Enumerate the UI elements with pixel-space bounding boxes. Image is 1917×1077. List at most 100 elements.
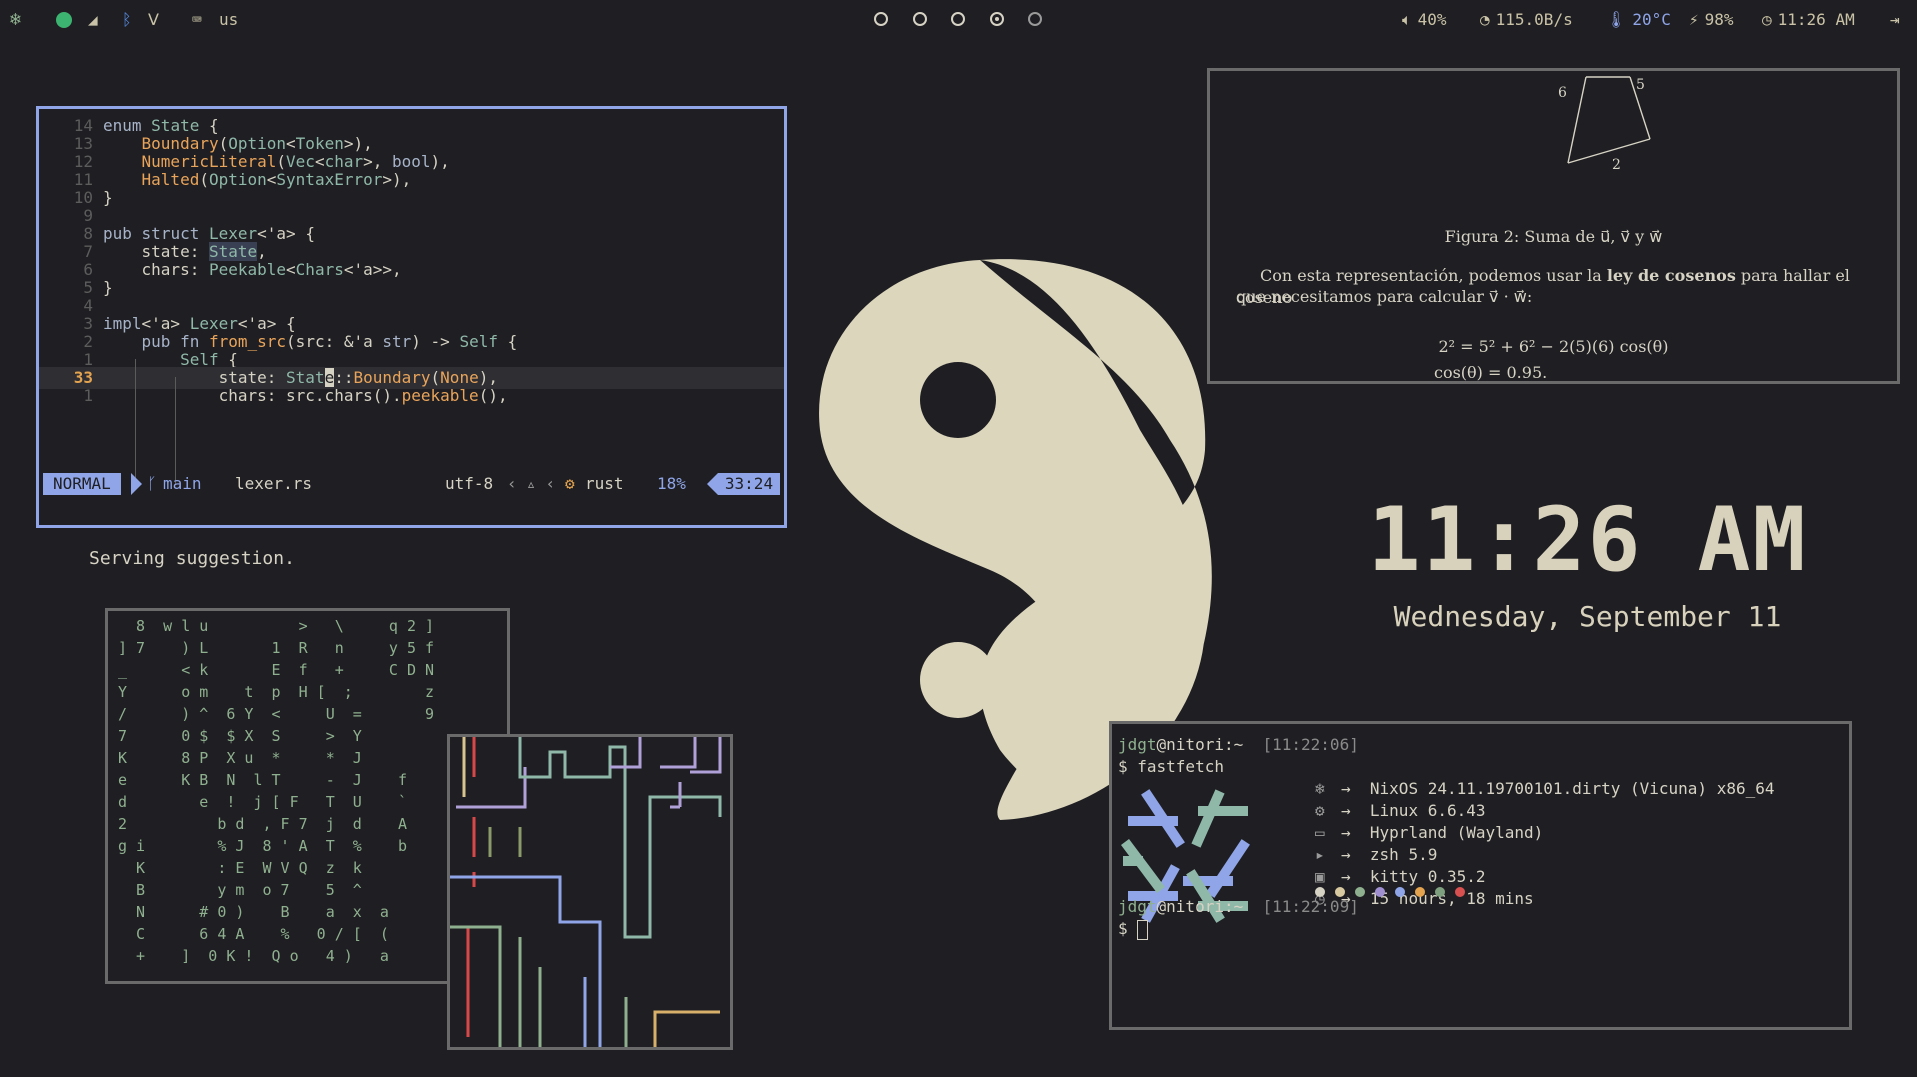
gear-icon: ⚙ bbox=[1315, 801, 1325, 820]
topbar-time: 11:26 AM bbox=[1777, 10, 1855, 29]
prompt-line-1: jdgt@nitori:~ [11:22:06] bbox=[1118, 734, 1359, 756]
pipe-blue bbox=[450, 875, 602, 1047]
pipe-red bbox=[466, 737, 476, 1037]
fastfetch-row: ❄ → NixOS 24.11.19700101.dirty (Vicuna) x… bbox=[1315, 778, 1774, 800]
workspace-2[interactable] bbox=[913, 12, 927, 26]
rust-icon: ⚙ bbox=[565, 474, 575, 493]
window-icon: ▭ bbox=[1315, 823, 1325, 842]
input-line[interactable]: $ bbox=[1118, 918, 1149, 940]
power-icon[interactable]: ⇥ bbox=[1890, 9, 1900, 31]
nix-launcher-icon[interactable]: ❄ bbox=[10, 9, 21, 31]
prompt-host: @nitori:~ bbox=[1156, 735, 1244, 754]
fastfetch-value: Hyprland (Wayland) bbox=[1369, 823, 1544, 842]
battery-widget[interactable]: ⚡︎ 98% bbox=[1689, 9, 1734, 31]
terminal-cursor bbox=[1137, 919, 1149, 940]
volume-value: 40% bbox=[1417, 10, 1447, 29]
tray-app-icon[interactable]: ⴸ bbox=[148, 9, 159, 31]
prompt-time-2: [11:22:09] bbox=[1262, 897, 1359, 916]
figure-label-2: 2 bbox=[1612, 157, 1621, 173]
keyboard-layout[interactable]: us bbox=[219, 9, 238, 31]
workspace-5[interactable] bbox=[1028, 12, 1042, 26]
workspace-1[interactable] bbox=[874, 12, 888, 26]
palette-swatch bbox=[1415, 887, 1425, 897]
temperature-value: 20°C bbox=[1632, 10, 1671, 29]
code-text: chars: src.chars().peekable(), bbox=[103, 386, 508, 405]
workspace-3[interactable] bbox=[951, 12, 965, 26]
battery-value: 98% bbox=[1704, 10, 1734, 29]
top-bar: ❄ ◢ ᛒ ⴸ ⌨ us 🔈︎ 40% ◔ 115.0B/s 🌡︎ 20°C ⚡︎ 98… bbox=[0, 0, 1917, 40]
clock-widget[interactable]: ◷ 11:26 AM bbox=[1762, 9, 1855, 31]
shell-icon: ▸ bbox=[1315, 845, 1325, 864]
branch-icon: ᚴ bbox=[147, 474, 157, 493]
editor-message: Serving suggestion. bbox=[89, 548, 295, 569]
palette-swatch bbox=[1435, 887, 1445, 897]
network-value: 115.0B/s bbox=[1495, 10, 1573, 29]
prompt-user-2: jdgt bbox=[1118, 897, 1157, 916]
arrow-icon: → bbox=[1341, 801, 1370, 820]
arrow-icon: → bbox=[1341, 845, 1370, 864]
indent-guide bbox=[135, 359, 136, 485]
palette-swatch bbox=[1395, 887, 1405, 897]
figure-caption: Figura 2: Suma de u⃗, v⃗ y w⃗ bbox=[1444, 227, 1663, 246]
pipe-tan bbox=[653, 1010, 720, 1047]
pipes-terminal[interactable] bbox=[447, 734, 733, 1050]
terminal-window[interactable]: jdgt@nitori:~ [11:22:06] $ fastfetch ❄ → … bbox=[1109, 721, 1852, 1030]
yin-yang-bottom-cut bbox=[810, 650, 830, 651]
network-widget[interactable]: ◔ 115.0B/s bbox=[1480, 9, 1573, 31]
command-line: $ fastfetch bbox=[1118, 757, 1224, 776]
pipes-art bbox=[450, 737, 722, 1047]
scroll-percent: 18% bbox=[657, 474, 686, 493]
volume-icon: 🔈︎ bbox=[1402, 10, 1412, 29]
yin-yang-dark-dot bbox=[920, 362, 996, 438]
code-line[interactable]: 1 chars: src.chars().peekable(), bbox=[39, 385, 784, 407]
pdf-viewer[interactable]: 6 5 2 Figura 2: Suma de u⃗, v⃗ y w⃗ Con … bbox=[1207, 68, 1900, 384]
fastfetch-value: Linux 6.6.43 bbox=[1369, 801, 1486, 820]
battery-plug-icon: ⚡︎ bbox=[1689, 10, 1699, 29]
wifi-icon: ◔ bbox=[1480, 10, 1490, 29]
nix-icon: ❄ bbox=[1315, 779, 1325, 798]
palette-swatch bbox=[1455, 887, 1465, 897]
editor-window[interactable]: 14 enum State {13 Boundary(Option<Token>)… bbox=[36, 106, 787, 528]
equation-2: cos(θ) = 0.95. bbox=[1434, 363, 1548, 382]
linux-icon: ‹ ▵ ‹ bbox=[507, 474, 556, 493]
arrow-icon: → bbox=[1341, 779, 1370, 798]
indent-guide bbox=[175, 377, 176, 485]
network-tray-icon[interactable]: ◢ bbox=[88, 9, 98, 31]
arrow-icon: → bbox=[1341, 823, 1370, 842]
fastfetch-row: ⚙ → Linux 6.6.43 bbox=[1315, 800, 1486, 822]
file-name: lexer.rs bbox=[235, 474, 313, 493]
pipe-purple bbox=[456, 767, 527, 809]
position-separator bbox=[707, 473, 718, 495]
desktop-date: Wednesday, September 11 bbox=[1393, 600, 1782, 633]
line-number: 1 bbox=[83, 386, 93, 405]
pipe-olive bbox=[488, 827, 522, 857]
color-palette bbox=[1315, 882, 1475, 897]
fastfetch-row: ▸ → zsh 5.9 bbox=[1315, 844, 1437, 866]
yin-yang-light-dot bbox=[920, 642, 996, 718]
volume-widget[interactable]: 🔈︎ 40% bbox=[1402, 9, 1447, 31]
figure-label-6: 6 bbox=[1558, 85, 1567, 101]
file-type: rust bbox=[585, 474, 624, 493]
workspace-4[interactable] bbox=[990, 12, 1004, 26]
prompt-line-2: jdgt@nitori:~ [11:22:09] bbox=[1118, 896, 1359, 918]
paragraph-line-2: que necesitamos para calcular v⃗ · w⃗: bbox=[1236, 287, 1533, 306]
vector-figure: 6 5 2 bbox=[1558, 76, 1651, 173]
fastfetch-value: NixOS 24.11.19700101.dirty (Vicuna) x86_… bbox=[1369, 779, 1775, 798]
prompt-host-2: @nitori:~ bbox=[1156, 897, 1244, 916]
mode-indicator: NORMAL bbox=[43, 473, 121, 495]
fastfetch-value: zsh 5.9 bbox=[1369, 845, 1438, 864]
thermometer-icon: 🌡︎ bbox=[1606, 10, 1627, 29]
file-encoding: utf-8 bbox=[445, 474, 494, 493]
whatsapp-icon[interactable] bbox=[56, 12, 72, 28]
prompt-time: [11:22:06] bbox=[1262, 735, 1359, 754]
cursor-position: 33:24 bbox=[718, 473, 780, 495]
figure-label-5: 5 bbox=[1636, 77, 1645, 93]
bluetooth-icon[interactable]: ᛒ bbox=[122, 9, 132, 31]
prompt-symbol: $ bbox=[1118, 919, 1138, 938]
status-line: NORMAL ᚴ main lexer.rs utf-8 ‹ ▵ ‹ ⚙ rus… bbox=[43, 473, 780, 495]
paragraph-bold: ley de cosenos bbox=[1606, 266, 1736, 285]
clock-icon: ◷ bbox=[1762, 10, 1772, 29]
paragraph-text: Con esta representación, podemos usar la bbox=[1260, 266, 1607, 285]
temperature-widget[interactable]: 🌡︎ 20°C bbox=[1606, 9, 1671, 31]
mode-separator bbox=[131, 473, 142, 495]
